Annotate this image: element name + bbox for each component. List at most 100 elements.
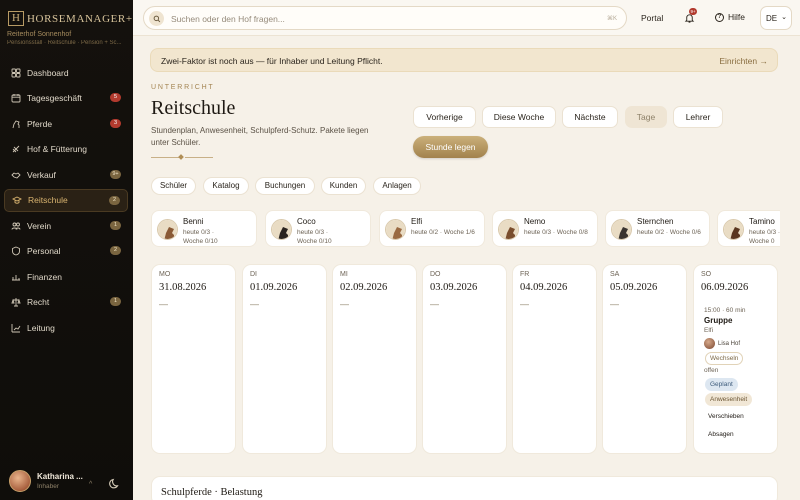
sidebar-item-tagesgeschäft[interactable]: Tagesgeschäft 5 [4, 87, 128, 110]
sidebar-badge: 2 [109, 196, 120, 205]
horse-name: Sternchen [637, 217, 674, 226]
portal-link[interactable]: Portal [641, 13, 663, 23]
sidebar-nav: Dashboard Tagesgeschäft 5 Pferde 3 Hof & Fütt… [4, 61, 128, 342]
brand-logo[interactable]: H HORSEMANAGER+ [8, 11, 133, 26]
page-kicker: UNTERRICHT [151, 84, 215, 91]
sidebar-item-recht[interactable]: Recht 1 [4, 291, 128, 314]
sidebar-item-leitung[interactable]: Leitung [4, 316, 128, 339]
help-label: Hilfe [728, 12, 746, 22]
sidebar-item-label: Pferde [27, 118, 53, 129]
this-week-button[interactable]: Diese Woche [482, 106, 556, 128]
user-menu[interactable]: Katharina ... Inhaber [9, 470, 83, 492]
teacher-avatar [704, 338, 715, 349]
chevron-up-icon[interactable]: ^ [89, 481, 92, 488]
day-column[interactable]: MO 31.08.2026 — [151, 264, 236, 454]
search-shortcut: ⌘K [606, 16, 617, 22]
lesson-horse: Elfi [704, 327, 714, 334]
day-date: 31.08.2026 [159, 282, 207, 293]
horse-usage: heute 0/2 · Woche 0/6 [637, 229, 701, 238]
create-lesson-button[interactable]: Stunde legen [413, 136, 488, 158]
search-placeholder: Suchen oder den Hof fragen... [171, 14, 285, 24]
horse-usage-line2: Woche 0/10 [297, 237, 332, 245]
sidebar-item-verkauf[interactable]: Verkauf 9+ [4, 163, 128, 186]
lesson-open-status: offen [704, 367, 719, 374]
sidebar-item-label: Hof & Fütterung [27, 144, 88, 154]
school-horse-card[interactable]: Sternchen heute 0/2 · Woche 0/6 [605, 210, 710, 247]
day-of-week: DO [430, 271, 441, 278]
tab-kunden[interactable]: Kunden [321, 177, 366, 195]
lesson-time: 15:00 · 60 min [704, 307, 746, 314]
stable-name: Reiterhof Sonnenhof [7, 31, 72, 38]
setup-2fa-link[interactable]: Einrichten → [719, 56, 768, 66]
horse-usage: heute 0/2 · Woche 1/6 [411, 229, 475, 238]
sidebar-item-finanzen[interactable]: Finanzen [4, 265, 128, 288]
sidebar-item-pferde[interactable]: Pferde 3 [4, 112, 128, 135]
sidebar-item-reitschule[interactable]: Reitschule 2 [4, 188, 128, 212]
horse-usage: heute 0/3 · Woche 0 [749, 229, 780, 246]
horse-avatar [498, 219, 519, 240]
lesson-teacher: Lisa Hof [704, 338, 740, 349]
day-of-week: SA [610, 271, 620, 278]
horse-usage-line1: heute 0/2 · Woche 1/6 [411, 229, 475, 236]
previous-week-button[interactable]: Vorherige [413, 106, 476, 128]
horse-usage-line1: heute 0/3 · [297, 229, 329, 236]
sidebar-item-dashboard[interactable]: Dashboard [4, 61, 128, 84]
school-icon [12, 195, 22, 205]
sidebar-item-verein[interactable]: Verein 1 [4, 214, 128, 237]
tab-katalog[interactable]: Katalog [203, 177, 249, 195]
attendance-button[interactable]: Anwesenheit [705, 393, 753, 406]
cancel-lesson-button[interactable]: Absagen [708, 431, 734, 438]
language-select[interactable]: DE ⌄ [760, 6, 792, 30]
tab-anlagen[interactable]: Anlagen [373, 177, 421, 195]
tab-schueler[interactable]: Schüler [151, 177, 196, 195]
search-input[interactable]: Suchen oder den Hof fragen... ⌘K [143, 6, 627, 30]
next-week-button[interactable]: Nächste [562, 106, 618, 128]
day-date: 01.09.2026 [250, 282, 298, 293]
school-horse-card[interactable]: Nemo heute 0/3 · Woche 0/8 [492, 210, 598, 247]
day-column[interactable]: DI 01.09.2026 — [242, 264, 327, 454]
day-column[interactable]: DO 03.09.2026 — [422, 264, 507, 454]
search-icon [149, 11, 164, 26]
horse-usage: heute 0/3 · Woche 0/10 [297, 229, 332, 246]
shield-icon [11, 246, 21, 256]
chevron-down-icon: ⌄ [781, 14, 787, 21]
page-title: Reitschule [151, 97, 236, 119]
day-column[interactable]: FR 04.09.2026 — [512, 264, 597, 454]
horse-usage: heute 0/3 · Woche 0/8 [524, 229, 588, 238]
sidebar-item-label: Verkauf [27, 169, 56, 180]
sidebar-badge: 1 [110, 220, 121, 230]
sidebar-item-label: Reitschule [28, 195, 68, 205]
school-horse-card[interactable]: Elfi heute 0/2 · Woche 1/6 [379, 210, 485, 247]
horse-name: Elfi [411, 217, 423, 226]
no-lessons-dash: — [520, 299, 529, 309]
horse-name: Benni [183, 217, 204, 226]
horse-usage-line2: Woche 0 [749, 237, 775, 245]
school-horse-card[interactable]: Tamino heute 0/3 · Woche 0 [717, 210, 780, 247]
school-horse-card[interactable]: Benni heute 0/3 · Woche 0/10 [151, 210, 257, 247]
page-description: Stundenplan, Anwesenheit, Schulpferd-Sch… [151, 126, 369, 147]
change-teacher-button[interactable]: Wechseln [705, 352, 744, 365]
day-column[interactable]: SO 06.09.2026 15:00 · 60 min Gruppe Elfi Lisa… [693, 264, 778, 454]
teacher-view-button[interactable]: Lehrer [673, 106, 723, 128]
help-button[interactable]: ? Hilfe [715, 12, 745, 22]
days-view-button[interactable]: Tage [625, 106, 667, 128]
moon-icon[interactable] [109, 476, 121, 489]
horse-name: Tamino [749, 217, 775, 226]
horse-usage-line1: heute 0/2 · Woche 0/6 [637, 229, 701, 236]
reschedule-button[interactable]: Verschieben [708, 413, 744, 420]
day-column[interactable]: SA 05.09.2026 — [602, 264, 687, 454]
sidebar-item-label: Dashboard [27, 67, 69, 78]
school-horse-card[interactable]: Coco heute 0/3 · Woche 0/10 [265, 210, 371, 247]
two-factor-banner: Zwei-Faktor ist noch aus — für Inhaber u… [150, 48, 778, 72]
horse-icon [11, 119, 21, 129]
tab-buchungen[interactable]: Buchungen [255, 177, 315, 195]
scale-icon [11, 297, 21, 307]
sidebar-item-personal[interactable]: Personal 2 [4, 240, 128, 263]
sidebar-item-hof-fütterung[interactable]: Hof & Fütterung [4, 138, 128, 161]
help-icon: ? [715, 12, 724, 22]
day-column[interactable]: MI 02.09.2026 — [332, 264, 417, 454]
avatar [9, 470, 31, 492]
sidebar-badge: 3 [110, 118, 121, 128]
no-lessons-dash: — [340, 299, 349, 309]
day-of-week: DI [250, 271, 257, 278]
